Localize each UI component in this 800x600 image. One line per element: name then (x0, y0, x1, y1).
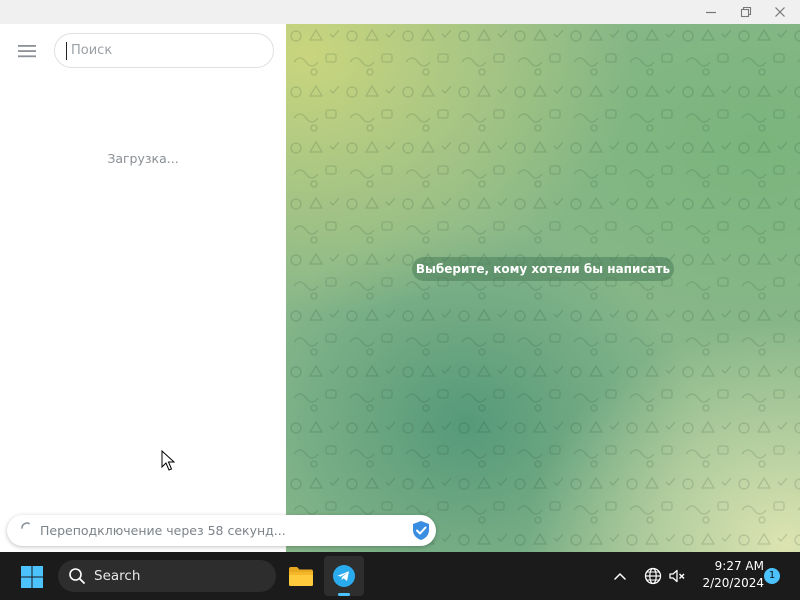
search-icon (69, 568, 85, 584)
search-input[interactable] (69, 34, 265, 67)
network-button[interactable] (643, 566, 663, 586)
close-button[interactable] (763, 0, 797, 24)
loading-spinner-icon (21, 522, 30, 529)
shield-check-icon[interactable] (411, 520, 431, 541)
restore-button[interactable] (729, 0, 763, 24)
hamburger-menu-icon (18, 45, 36, 58)
loading-label: Загрузка... (107, 151, 179, 166)
chat-pattern-background (286, 24, 800, 552)
taskbar-app-file-explorer[interactable] (281, 556, 321, 596)
clock-date: 2/20/2024 (702, 576, 764, 590)
window-title-bar (0, 0, 800, 24)
active-app-indicator (338, 593, 350, 596)
clock-time: 9:27 AM (714, 559, 764, 573)
restore-icon (740, 6, 752, 18)
reconnect-status-text: Переподключение через 58 секунд... (40, 523, 286, 538)
search-field[interactable] (54, 33, 274, 68)
mouse-cursor-icon (161, 450, 175, 471)
volume-muted-icon (669, 569, 685, 583)
windows-start-icon[interactable] (20, 565, 44, 589)
show-hidden-icons-button[interactable] (610, 566, 630, 586)
chevron-up-icon (614, 573, 626, 580)
connection-status-bar: Переподключение через 58 секунд... (7, 515, 436, 546)
telegram-icon (333, 565, 355, 587)
minimize-button[interactable] (694, 0, 728, 24)
taskbar-search-box[interactable]: Search (58, 560, 276, 592)
chat-background: Выберите, кому хотели бы написать (286, 24, 800, 552)
notification-badge[interactable]: 1 (764, 568, 780, 584)
taskbar-search-label: Search (94, 568, 141, 584)
close-icon (775, 7, 785, 17)
windows-taskbar: Search 9:27 AM 2/20/2024 1 (0, 552, 800, 600)
text-caret (66, 42, 67, 60)
globe-icon (644, 567, 662, 585)
minimize-icon (706, 11, 716, 14)
taskbar-app-telegram[interactable] (324, 556, 364, 596)
volume-button[interactable] (667, 566, 687, 586)
taskbar-clock[interactable]: 9:27 AM 2/20/2024 (692, 558, 764, 592)
folder-icon (289, 567, 313, 586)
main-menu-button[interactable] (14, 40, 40, 62)
dialogs-sidebar: Загрузка... (0, 24, 286, 552)
select-chat-hint: Выберите, кому хотели бы написать (412, 257, 674, 281)
